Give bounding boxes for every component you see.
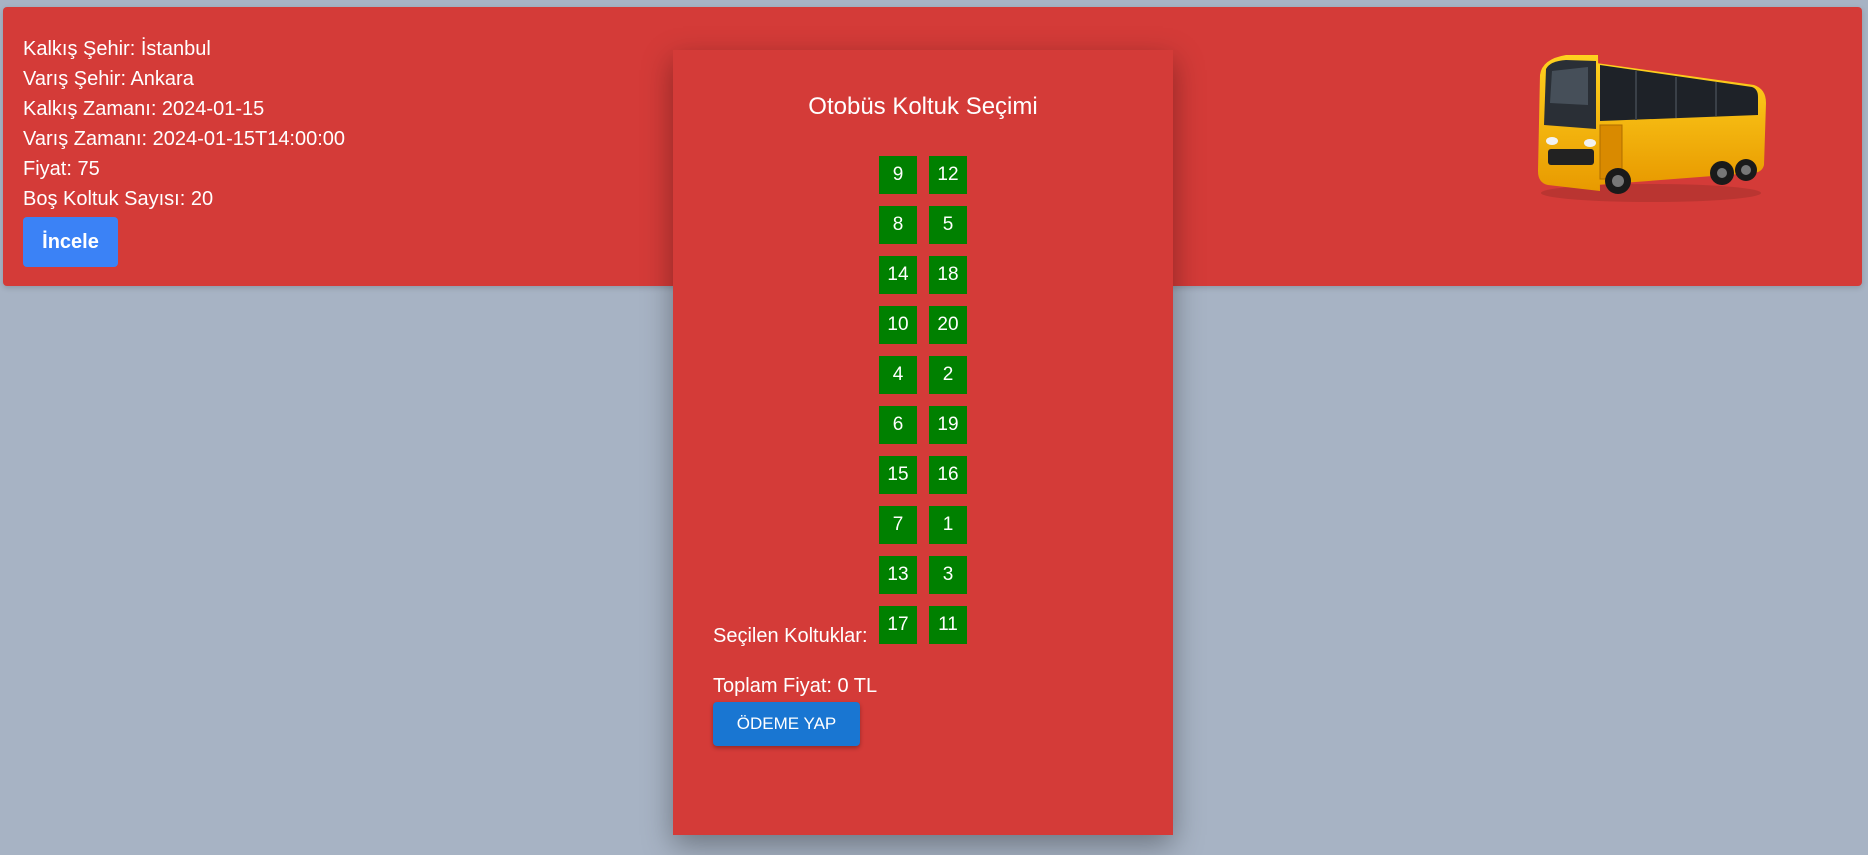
seat-13[interactable]: 13 bbox=[879, 556, 917, 594]
seat-4[interactable]: 4 bbox=[879, 356, 917, 394]
seat-6[interactable]: 6 bbox=[879, 406, 917, 444]
seat-18[interactable]: 18 bbox=[929, 256, 967, 294]
pay-button[interactable]: ÖDEME YAP bbox=[713, 702, 860, 746]
seat-19[interactable]: 19 bbox=[929, 406, 967, 444]
trip-info: Kalkış Şehir: İstanbul Varış Şehir: Anka… bbox=[23, 34, 345, 214]
seat-1[interactable]: 1 bbox=[929, 506, 967, 544]
bus-icon bbox=[1538, 55, 1766, 202]
seat-16[interactable]: 16 bbox=[929, 456, 967, 494]
seat-7[interactable]: 7 bbox=[879, 506, 917, 544]
seat-20[interactable]: 20 bbox=[929, 306, 967, 344]
seat-17[interactable]: 17 bbox=[879, 606, 917, 644]
seat-10[interactable]: 10 bbox=[879, 306, 917, 344]
seat-selection-modal: Otobüs Koltuk Seçimi 9 12 8 5 14 18 10 20 4 2 6 19 1… bbox=[673, 50, 1173, 835]
arrival-city: Varış Şehir: Ankara bbox=[23, 68, 194, 90]
total-price-label: Toplam Fiyat: 0 TL bbox=[713, 675, 878, 697]
empty-seat-count: Boş Koltuk Sayısı: 20 bbox=[23, 188, 214, 210]
selected-seats-label: Seçilen Koltuklar: bbox=[713, 625, 868, 647]
departure-time: Kalkış Zamanı: 2024-01-15 bbox=[23, 98, 265, 120]
seat-2[interactable]: 2 bbox=[929, 356, 967, 394]
seat-14[interactable]: 14 bbox=[879, 256, 917, 294]
arrival-time: Varış Zamanı: 2024-01-15T14:00:00 bbox=[23, 128, 346, 150]
departure-city: Kalkış Şehir: İstanbul bbox=[23, 38, 211, 60]
seat-grid: 9 12 8 5 14 18 10 20 4 2 6 19 15 16 7 1 13 3 17 11 bbox=[879, 156, 967, 644]
seat-9[interactable]: 9 bbox=[879, 156, 917, 194]
modal-title: Otobüs Koltuk Seçimi bbox=[808, 93, 1038, 120]
seat-15[interactable]: 15 bbox=[879, 456, 917, 494]
seat-12[interactable]: 12 bbox=[929, 156, 967, 194]
seat-8[interactable]: 8 bbox=[879, 206, 917, 244]
inspect-button[interactable]: İncele bbox=[23, 217, 118, 267]
seat-11[interactable]: 11 bbox=[929, 606, 967, 644]
price: Fiyat: 75 bbox=[23, 158, 100, 180]
seat-3[interactable]: 3 bbox=[929, 556, 967, 594]
seat-5[interactable]: 5 bbox=[929, 206, 967, 244]
